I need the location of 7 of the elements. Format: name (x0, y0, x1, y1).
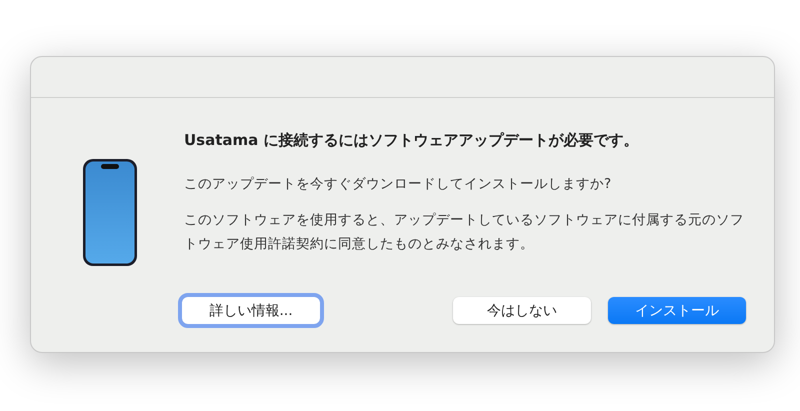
message-text: このソフトウェアを使用すると、アップデートしているソフトウェアに付属する元のソフトウェア使用許諾契約に同意したものとみなされます。 (184, 211, 745, 254)
install-button[interactable]: インストール (608, 297, 746, 324)
not-now-button[interactable]: 今はしない (453, 297, 591, 324)
more-info-button[interactable]: 詳しい情報... (182, 297, 320, 324)
phone-icon (82, 158, 138, 268)
dialog-heading: Usatama に接続するにはソフトウェアアップデートが必要です。 (184, 130, 640, 150)
message-text: このアップデートを今すぐダウンロードしてインストールしますか? (184, 175, 612, 194)
